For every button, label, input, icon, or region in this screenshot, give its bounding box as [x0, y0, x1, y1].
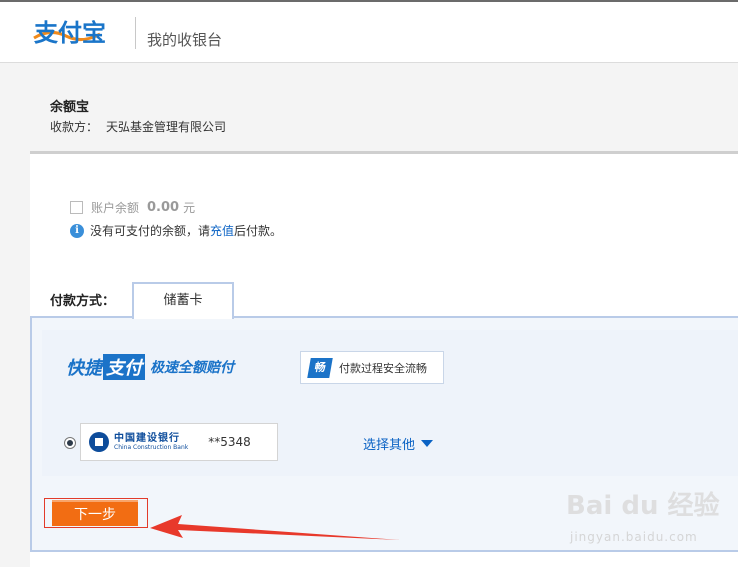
card-number: **5348 — [208, 435, 251, 449]
baidu-watermark: Bai du 经验 — [566, 491, 720, 521]
choose-other-label: 选择其他 — [363, 438, 416, 453]
balance-info-row: i 没有可支付的余额，请 充值 后付款。 — [70, 222, 282, 239]
triangle-down-icon — [421, 440, 434, 447]
bank-name-en: China Construction Bank — [114, 443, 189, 451]
order-info-panel: 余额宝 收款方： 天弘基金管理有限公司 — [30, 63, 738, 151]
recharge-link[interactable]: 充值 — [210, 222, 234, 239]
balance-amount: 0.00 — [147, 200, 180, 215]
logo-separator — [135, 17, 136, 49]
info-text-suffix: 后付款。 — [234, 224, 283, 238]
balance-row: 账户余额 0.00 元 — [70, 199, 195, 216]
tab-debit-card[interactable]: 储蓄卡 — [132, 282, 234, 319]
payment-inner-panel: 快捷 支付 极速全额赔付 畅 付款过程安全流畅 中国建设银行 China Con… — [42, 330, 738, 476]
baidu-watermark-url: jingyan.baidu.com — [570, 530, 698, 544]
order-name: 余额宝 — [50, 100, 90, 115]
left-gutter — [0, 63, 30, 567]
secure-shield-icon: 畅 — [307, 357, 333, 378]
page-title: 我的收银台 — [147, 31, 223, 49]
ccb-bank-icon — [89, 432, 109, 452]
balance-unit: 元 — [183, 201, 196, 215]
balance-label: 账户余额 — [91, 201, 140, 215]
payee-label: 收款方： — [50, 120, 99, 134]
choose-other-link[interactable]: 选择其他 — [363, 434, 434, 453]
secure-text: 付款过程安全流畅 — [339, 361, 427, 375]
info-text-prefix: 没有可支付的余额，请 — [90, 224, 211, 238]
section-divider — [30, 151, 738, 154]
svg-text:支付宝: 支付宝 — [34, 19, 106, 47]
quickpay-logo: 快捷 支付 极速全额赔付 — [66, 354, 234, 380]
next-step-button[interactable]: 下一步 — [52, 500, 138, 526]
bank-card-option[interactable]: 中国建设银行 China Construction Bank **5348 — [80, 423, 278, 461]
bank-card-radio[interactable] — [64, 437, 76, 449]
bank-name: 中国建设银行 China Construction Bank — [114, 433, 188, 452]
payee-row: 收款方： 天弘基金管理有限公司 — [50, 118, 226, 135]
quickpay-subtitle: 极速全额赔付 — [150, 360, 234, 376]
quickpay-text-b: 支付 — [103, 354, 145, 380]
balance-checkbox[interactable] — [70, 201, 83, 214]
payment-method-label: 付款方式： — [50, 294, 116, 309]
payee-name: 天弘基金管理有限公司 — [106, 120, 227, 134]
bank-name-cn: 中国建设银行 — [114, 432, 180, 444]
quickpay-text-a: 快捷 — [66, 358, 102, 379]
header: 支付宝 我的收银台 — [0, 2, 738, 63]
alipay-logo[interactable]: 支付宝 — [30, 14, 126, 50]
info-icon: i — [70, 223, 84, 238]
secure-badge: 畅 付款过程安全流畅 — [300, 351, 444, 384]
